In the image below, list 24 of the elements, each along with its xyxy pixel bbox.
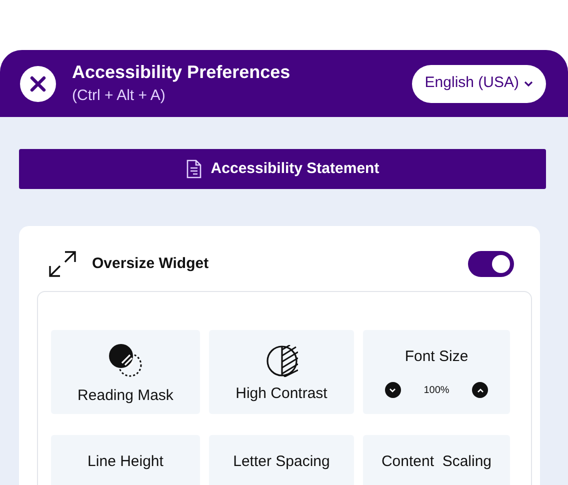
language-dropdown[interactable]: English (USA) xyxy=(412,64,546,102)
document-icon xyxy=(186,159,202,179)
tool-tile[interactable]: Letter Spacing xyxy=(209,435,354,485)
tool-tile[interactable]: High Contrast xyxy=(209,330,354,414)
panel-title: Accessibility Preferences xyxy=(72,60,290,84)
expand-icon xyxy=(49,251,76,277)
shortcut-hint: (Ctrl + Alt + A) xyxy=(72,87,166,106)
font-size-value: 100% xyxy=(424,384,450,398)
tool-tile[interactable]: Line Height xyxy=(51,435,200,485)
oversize-widget-label: Oversize Widget xyxy=(92,254,209,274)
contrast-icon xyxy=(266,344,298,377)
chevron-up-icon xyxy=(476,388,484,393)
reading-mask-icon xyxy=(108,342,144,379)
toggle-switch[interactable] xyxy=(468,251,514,277)
chevron-down-icon xyxy=(524,80,533,86)
decrease-button[interactable] xyxy=(384,382,400,398)
close-icon xyxy=(30,76,46,92)
increase-button[interactable] xyxy=(472,382,488,398)
close-button[interactable] xyxy=(20,66,56,102)
tool-tile[interactable]: Content Scaling xyxy=(363,435,510,485)
statement-button[interactable]: Accessibility Statement xyxy=(19,149,546,189)
tile-label: Font Size xyxy=(404,346,468,367)
chevron-down-icon xyxy=(389,388,396,393)
tool-tile[interactable]: Reading Mask xyxy=(51,330,200,414)
